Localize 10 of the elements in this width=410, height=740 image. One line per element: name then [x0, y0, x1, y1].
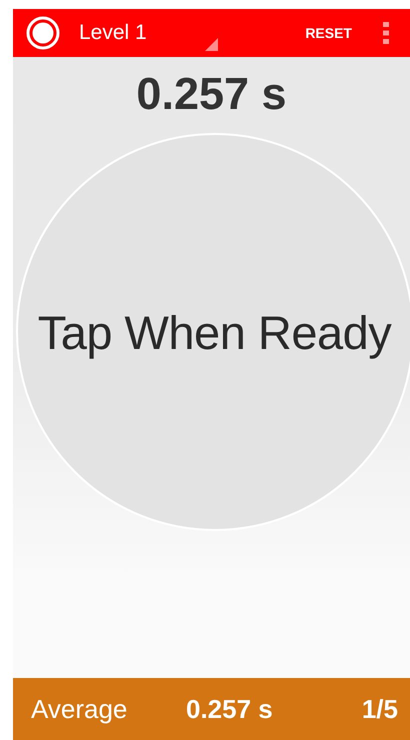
tap-target-button[interactable]: Tap When Ready	[16, 133, 410, 531]
average-label: Average	[31, 694, 128, 724]
dropdown-triangle-icon	[205, 38, 218, 51]
circle-logo-icon	[26, 16, 60, 50]
average-value: 0.257 s	[186, 694, 273, 724]
reset-button[interactable]: RESET	[305, 25, 352, 41]
reaction-time: 0.257 s	[136, 67, 287, 121]
level-dropdown[interactable]: Level 1	[79, 21, 147, 45]
more-menu-icon[interactable]	[382, 22, 390, 44]
attempt-counter: 1/5	[362, 694, 398, 724]
